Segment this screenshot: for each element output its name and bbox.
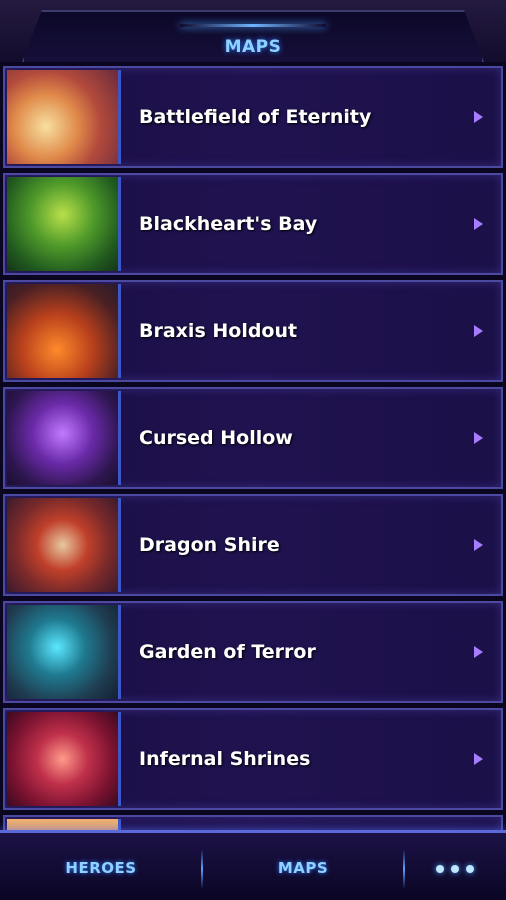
map-thumbnail [7,284,121,378]
bottom-nav: HEROES MAPS [0,830,506,900]
chevron-right-icon [474,539,483,551]
map-row-partial[interactable] [3,815,503,830]
map-thumbnail [7,177,121,271]
chevron-right-icon [474,325,483,337]
page-title: MAPS [224,37,282,57]
map-row-battlefield-of-eternity[interactable]: Battlefield of Eternity [3,66,503,168]
map-row-infernal-shrines[interactable]: Infernal Shrines [3,708,503,810]
map-row-dragon-shire[interactable]: Dragon Shire [3,494,503,596]
nav-maps-tab[interactable]: MAPS [202,833,404,900]
map-row-braxis-holdout[interactable]: Braxis Holdout [3,280,503,382]
map-row-blackhearts-bay[interactable]: Blackheart's Bay [3,173,503,275]
map-label: Dragon Shire [139,534,280,556]
map-row-cursed-hollow[interactable]: Cursed Hollow [3,387,503,489]
map-label: Blackheart's Bay [139,213,318,235]
map-thumbnail [7,70,121,164]
map-row-garden-of-terror[interactable]: Garden of Terror [3,601,503,703]
more-button[interactable] [404,833,506,900]
map-label: Battlefield of Eternity [139,106,372,128]
nav-heroes-tab[interactable]: HEROES [0,833,202,900]
chevron-right-icon [474,753,483,765]
map-thumbnail [7,605,121,699]
chevron-right-icon [474,646,483,658]
chevron-right-icon [474,218,483,230]
map-thumbnail [7,498,121,592]
more-dots-icon [436,834,474,900]
map-label: Cursed Hollow [139,427,293,449]
chevron-right-icon [474,111,483,123]
map-label: Infernal Shrines [139,748,311,770]
map-thumbnail [7,391,121,485]
maps-list[interactable]: Battlefield of Eternity Blackheart's Bay… [0,62,506,830]
map-label: Braxis Holdout [139,320,298,342]
map-thumbnail [7,819,121,830]
map-label: Garden of Terror [139,641,316,663]
chevron-right-icon [474,432,483,444]
header-glow-line [180,24,326,27]
header-bar: MAPS [0,0,506,62]
map-thumbnail [7,712,121,806]
